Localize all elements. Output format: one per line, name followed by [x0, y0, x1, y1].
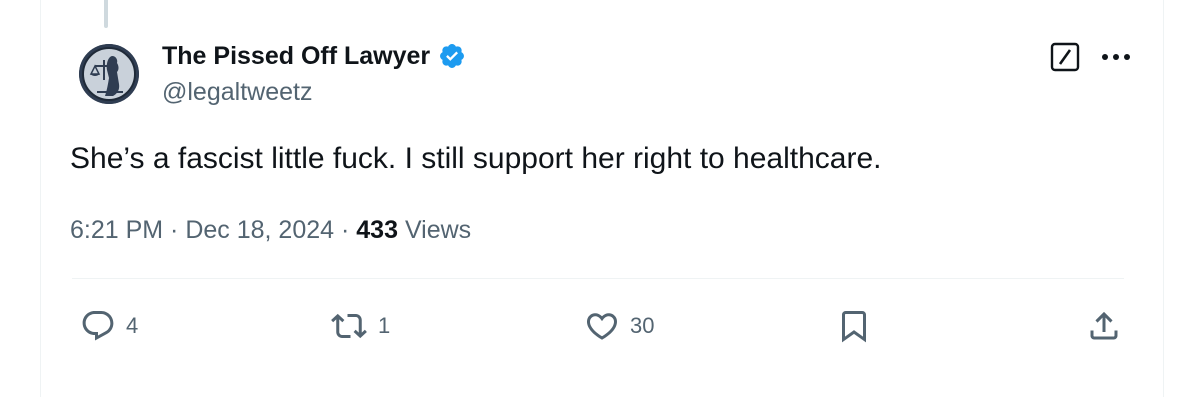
- repost-icon: [331, 313, 367, 339]
- bookmark-icon: [842, 311, 866, 343]
- verified-badge-icon[interactable]: [438, 42, 466, 70]
- grok-icon[interactable]: [1050, 42, 1080, 72]
- repost-count: 1: [378, 313, 391, 338]
- meta-separator: ·: [334, 216, 357, 244]
- avatar[interactable]: [79, 44, 139, 104]
- share-icon: [1090, 311, 1118, 340]
- author-display-name[interactable]: The Pissed Off Lawyer: [162, 42, 430, 71]
- thread-connector-line: [104, 0, 108, 28]
- divider: [72, 278, 1124, 279]
- reply-count: 4: [126, 313, 139, 338]
- more-options-icon[interactable]: [1099, 44, 1133, 70]
- author-name-row[interactable]: The Pissed Off Lawyer: [162, 40, 466, 72]
- tweet-time[interactable]: 6:21 PM: [70, 216, 163, 244]
- meta-separator: ·: [163, 216, 186, 244]
- like-count: 30: [630, 313, 655, 338]
- tweet-metadata: 6:21 PM · Dec 18, 2024 · 433 Views: [70, 216, 471, 245]
- like-button[interactable]: 30: [584, 308, 654, 344]
- repost-button[interactable]: 1: [330, 308, 390, 344]
- reply-button[interactable]: 4: [80, 308, 138, 344]
- views-label: Views: [404, 216, 472, 244]
- tweet-text: She’s a fascist little fuck. I still sup…: [70, 142, 882, 175]
- bookmark-button[interactable]: [836, 308, 872, 344]
- reply-icon: [82, 311, 114, 341]
- share-button[interactable]: [1086, 308, 1122, 344]
- tweet-date[interactable]: Dec 18, 2024: [185, 216, 334, 244]
- author-handle[interactable]: @legaltweetz: [162, 78, 312, 107]
- views-count: 433: [356, 216, 398, 244]
- heart-icon: [586, 313, 618, 340]
